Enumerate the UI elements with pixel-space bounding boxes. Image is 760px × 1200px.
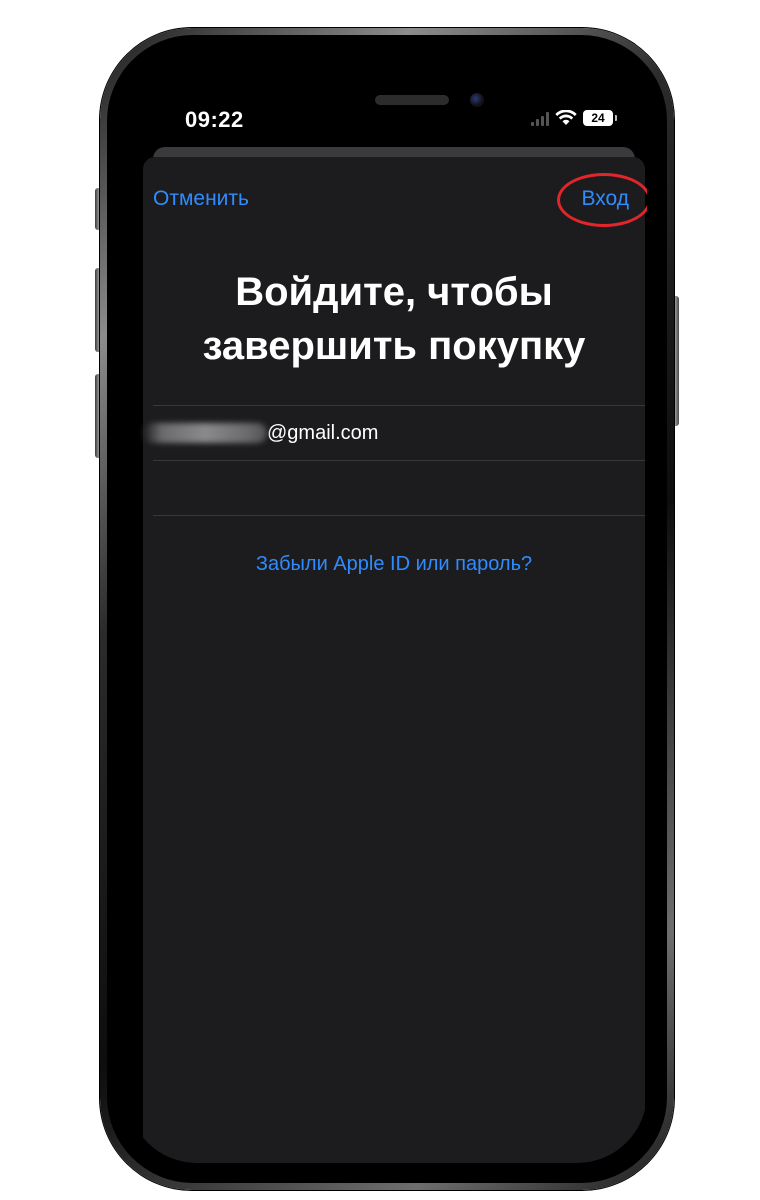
cellular-signal-icon [531,110,549,126]
wifi-icon [555,110,577,125]
phone-mockup: 09:22 24 Отменить Вход Войдите, чтобы за… [0,0,760,1200]
page-title: Войдите, чтобы завершить покупку [202,270,586,368]
blurred-username [143,423,267,443]
phone-frame: 09:22 24 Отменить Вход Войдите, чтобы за… [100,28,674,1190]
status-icons: 24 [531,110,617,126]
email-domain: @gmail.com [267,421,379,444]
email-field[interactable]: @gmail.com [143,405,645,461]
sign-in-sheet: Отменить Вход Войдите, чтобы завершить п… [143,157,647,1163]
forgot-apple-id-link[interactable]: Забыли Apple ID или пароль? [143,553,645,576]
battery-icon: 24 [583,110,617,126]
earpiece-speaker [375,95,449,105]
password-field[interactable] [153,461,645,516]
status-time: 09:22 [185,107,244,132]
login-button[interactable]: Вход [581,187,629,211]
cancel-button[interactable]: Отменить [153,187,249,211]
phone-screen: 09:22 24 Отменить Вход Войдите, чтобы за… [127,55,647,1163]
phone-bezel: 09:22 24 Отменить Вход Войдите, чтобы за… [107,35,667,1183]
front-camera-icon [470,93,484,107]
